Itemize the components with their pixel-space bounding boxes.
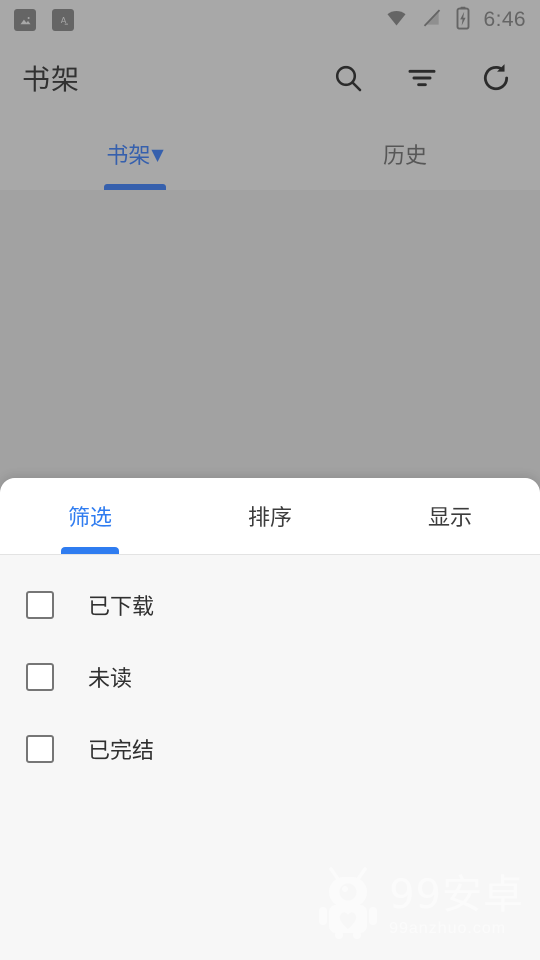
watermark-text: 99安卓 99anzhuo.com	[389, 875, 524, 937]
filter-label-completed: 已完结	[88, 739, 155, 764]
sheet-tab-sort-label: 排序	[247, 506, 292, 531]
checkbox-downloaded[interactable]	[26, 591, 54, 619]
sheet-tab-display[interactable]: 显示	[360, 478, 540, 554]
filter-label-downloaded: 已下载	[88, 595, 155, 620]
watermark-title: 99安卓	[389, 871, 524, 918]
site-watermark: 99安卓 99anzhuo.com	[317, 865, 524, 946]
sheet-tab-filter-label: 筛选	[67, 506, 112, 531]
filter-bottom-sheet: 筛选 排序 显示 已下载 未读 已完结 99安卓 99anzhuo.com	[0, 478, 540, 960]
filter-option-list: 已下载 未读 已完结	[0, 555, 540, 785]
checkbox-completed[interactable]	[26, 735, 54, 763]
sheet-tab-filter[interactable]: 筛选	[0, 478, 180, 554]
sheet-tab-filter-indicator	[61, 547, 119, 554]
checkbox-unread[interactable]	[26, 663, 54, 691]
sheet-tab-display-label: 显示	[427, 506, 472, 531]
filter-row-completed[interactable]: 已完结	[0, 713, 540, 785]
filter-label-unread: 未读	[88, 667, 133, 692]
watermark-url: 99anzhuo.com	[389, 919, 507, 937]
sheet-tab-sort[interactable]: 排序	[180, 478, 360, 554]
filter-row-unread[interactable]: 未读	[0, 641, 540, 713]
robot-mascot-icon	[317, 865, 379, 946]
phone-screen: A 6:46 书架 书架 ▼ 历史 筛选 排序 显示 已下载 未读 已完结 99…	[0, 0, 540, 960]
filter-row-downloaded[interactable]: 已下载	[0, 569, 540, 641]
sheet-tab-bar: 筛选 排序 显示	[0, 478, 540, 554]
